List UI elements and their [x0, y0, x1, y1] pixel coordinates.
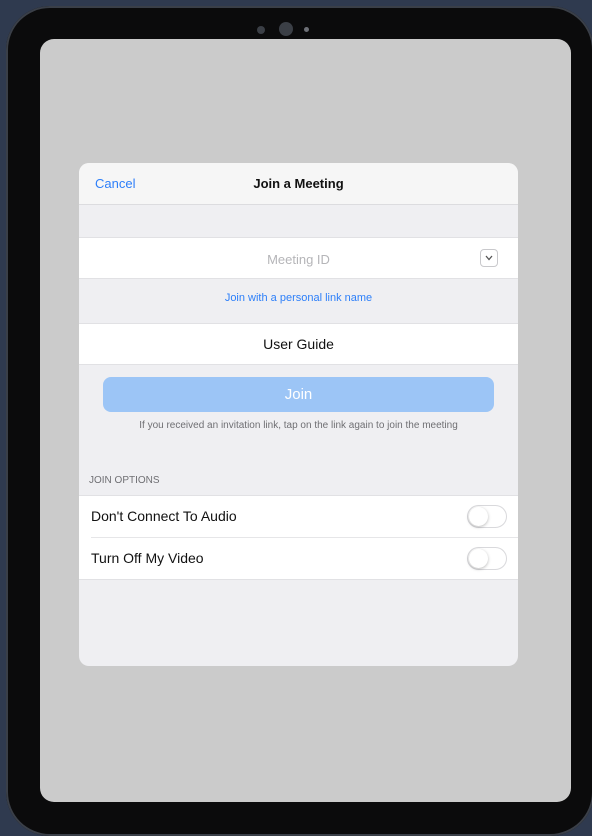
nav-bar: Cancel Join a Meeting — [79, 163, 518, 205]
join-section: Join If you received an invitation link,… — [79, 365, 518, 431]
join-options-header: JOIN OPTIONS — [89, 475, 160, 486]
meeting-history-dropdown[interactable] — [480, 249, 498, 267]
sheet-title: Join a Meeting — [253, 176, 344, 191]
option-no-audio: Don't Connect To Audio — [79, 496, 518, 537]
option-label: Don't Connect To Audio — [91, 508, 237, 524]
join-options-list: Don't Connect To Audio Turn Off My Video — [79, 495, 518, 580]
join-button[interactable]: Join — [103, 377, 494, 412]
camera-bar — [6, 22, 592, 36]
no-audio-toggle[interactable] — [467, 505, 507, 528]
join-hint-text: If you received an invitation link, tap … — [139, 420, 458, 431]
meeting-id-row — [79, 237, 518, 280]
video-off-toggle[interactable] — [467, 547, 507, 570]
sensor-dot — [257, 26, 265, 34]
personal-link-button[interactable]: Join with a personal link name — [79, 279, 518, 323]
screen: Cancel Join a Meeting Join with a person… — [40, 39, 571, 802]
camera-icon — [279, 22, 293, 36]
meeting-id-input[interactable] — [119, 238, 478, 280]
toggle-knob — [469, 549, 488, 568]
light-sensor-dot — [304, 27, 309, 32]
toggle-knob — [469, 507, 488, 526]
option-label: Turn Off My Video — [91, 550, 204, 566]
top-spacer — [79, 205, 518, 237]
user-name-field[interactable]: User Guide — [79, 323, 518, 365]
chevron-down-icon — [485, 255, 493, 261]
option-video-off: Turn Off My Video — [91, 537, 518, 579]
join-meeting-sheet: Cancel Join a Meeting Join with a person… — [79, 163, 518, 666]
